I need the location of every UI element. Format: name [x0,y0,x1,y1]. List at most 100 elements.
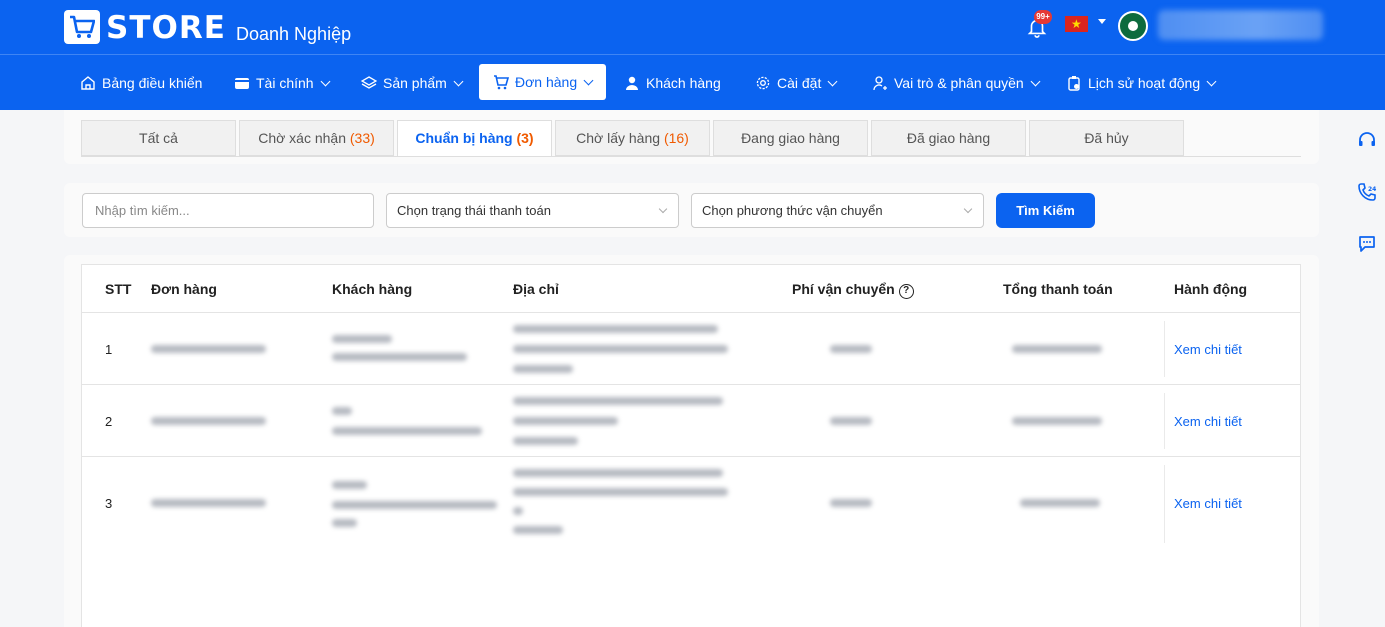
chevron-down-icon [453,76,464,86]
tab-awaiting-confirmation[interactable]: Chờ xác nhận (33) [239,120,394,156]
row-stt: 2 [105,414,113,429]
select-value: Chọn phương thức vận chuyển [702,203,883,218]
tabs-divider [81,156,1301,157]
wallet-icon [235,78,249,89]
nav-label: Cài đặt [777,75,822,91]
nav-item-orders[interactable]: Đơn hàng [479,64,607,100]
tab-shipping[interactable]: Đang giao hàng [713,120,868,156]
logo-cart-icon[interactable] [64,10,100,44]
customer-email-redacted [332,501,497,509]
customer-email-redacted [332,519,357,527]
home-icon [81,76,95,90]
column-header-customer: Khách hàng [332,281,413,297]
tab-label: Đang giao hàng [741,130,840,146]
column-header-order: Đơn hàng [151,281,217,297]
tab-preparing[interactable]: Chuẩn bị hàng (3) [397,120,552,157]
avatar[interactable] [1118,11,1148,41]
view-detail-link[interactable]: Xem chi tiết [1174,414,1242,429]
language-caret-icon[interactable] [1098,19,1106,24]
customer-name-redacted [332,481,367,489]
address-redacted [513,365,573,373]
search-input[interactable] [82,193,374,228]
headset-icon[interactable] [1357,130,1377,150]
select-value: Chọn trạng thái thanh toán [397,203,551,218]
shipping-fee-redacted [830,345,872,353]
vietnam-flag-icon[interactable]: ★ [1065,16,1088,32]
column-divider [1164,393,1165,449]
nav-item-finance[interactable]: Tài chính [234,55,331,111]
order-id-redacted [151,417,266,425]
view-detail-link[interactable]: Xem chi tiết [1174,496,1242,511]
tab-label: Chờ xác nhận [258,130,346,146]
chevron-down-icon [583,75,594,85]
address-redacted [513,325,718,333]
nav-item-products[interactable]: Sản phẩm [361,55,464,111]
search-button[interactable]: Tìm Kiếm [996,193,1095,228]
nav-label: Sản phẩm [383,75,447,91]
tab-label: Tất cả [139,130,178,146]
tab-count: (33) [349,130,375,146]
brand-subtitle: Doanh Nghiệp [236,24,352,44]
address-redacted [513,507,523,515]
total-redacted [1012,345,1102,353]
nav-label: Vai trò & phân quyền [894,75,1024,91]
shipping-fee-redacted [830,499,872,507]
question-circle-icon[interactable]: ? [898,284,914,299]
top-header: STORE Doanh Nghiệp 99+ ★ [0,0,1385,54]
orders-table: STT Đơn hàng Khách hàng Địa chỉ Phí vận … [81,264,1301,627]
cart-icon [494,75,509,90]
tab-delivered[interactable]: Đã giao hàng [871,120,1026,156]
nav-item-activity-log[interactable]: Lịch sử hoạt động [1066,55,1217,111]
chat-icon[interactable] [1357,234,1377,254]
nav-item-roles[interactable]: Vai trò & phân quyền [872,55,1041,111]
view-detail-link[interactable]: Xem chi tiết [1174,342,1242,357]
column-header-shipping-fee: Phí vận chuyển? [792,281,914,299]
right-support-rail: 24 [1347,110,1385,627]
logo-text[interactable]: STORE [106,10,226,46]
user-info-redacted[interactable] [1158,10,1323,40]
svg-text:24: 24 [1368,186,1376,193]
chevron-down-icon [1206,76,1217,86]
order-id-redacted [151,499,266,507]
address-redacted [513,469,723,477]
chevron-down-icon [963,204,973,214]
address-redacted [513,417,618,425]
tab-awaiting-pickup[interactable]: Chờ lấy hàng (16) [555,120,710,156]
table-row: 3 Xem chi tiết [82,457,1300,551]
nav-item-dashboard[interactable]: Bảng điều khiển [80,55,202,111]
filter-bar: Chọn trạng thái thanh toán Chọn phương t… [64,183,1319,237]
tab-all[interactable]: Tất cả [81,120,236,156]
column-header-stt: STT [105,281,132,297]
column-header-action: Hành động [1174,281,1248,297]
nav-item-customers[interactable]: Khách hàng [624,55,721,111]
orders-table-panel: STT Đơn hàng Khách hàng Địa chỉ Phí vận … [64,255,1319,627]
column-divider [1164,465,1165,543]
shipping-method-select[interactable]: Chọn phương thức vận chuyển [691,193,984,228]
user-icon [626,76,638,90]
tab-cancelled[interactable]: Đã hủy [1029,120,1184,156]
total-redacted [1012,417,1102,425]
phone-call-icon[interactable]: 24 [1357,182,1377,202]
column-header-label: Phí vận chuyển [792,281,895,297]
table-row: 2 Xem chi tiết [82,385,1300,457]
column-header-total: Tổng thanh toán [1003,281,1113,297]
total-redacted [1020,499,1100,507]
notification-badge: 99+ [1034,10,1052,24]
gear-icon [756,76,770,90]
address-redacted [513,397,723,405]
tab-label: Đã hủy [1084,130,1129,146]
layers-icon [361,76,377,89]
customer-name-redacted [332,407,352,415]
nav-item-settings[interactable]: Cài đặt [755,55,838,111]
chevron-down-icon [1030,76,1041,86]
chevron-down-icon [658,204,668,214]
row-stt: 3 [105,496,113,511]
role-icon [873,76,887,91]
clipboard-icon [1068,76,1080,91]
tab-count: (16) [663,130,689,146]
shipping-fee-redacted [830,417,872,425]
payment-status-select[interactable]: Chọn trạng thái thanh toán [386,193,679,228]
chevron-down-icon [320,76,331,86]
address-redacted [513,437,578,445]
row-stt: 1 [105,342,113,357]
